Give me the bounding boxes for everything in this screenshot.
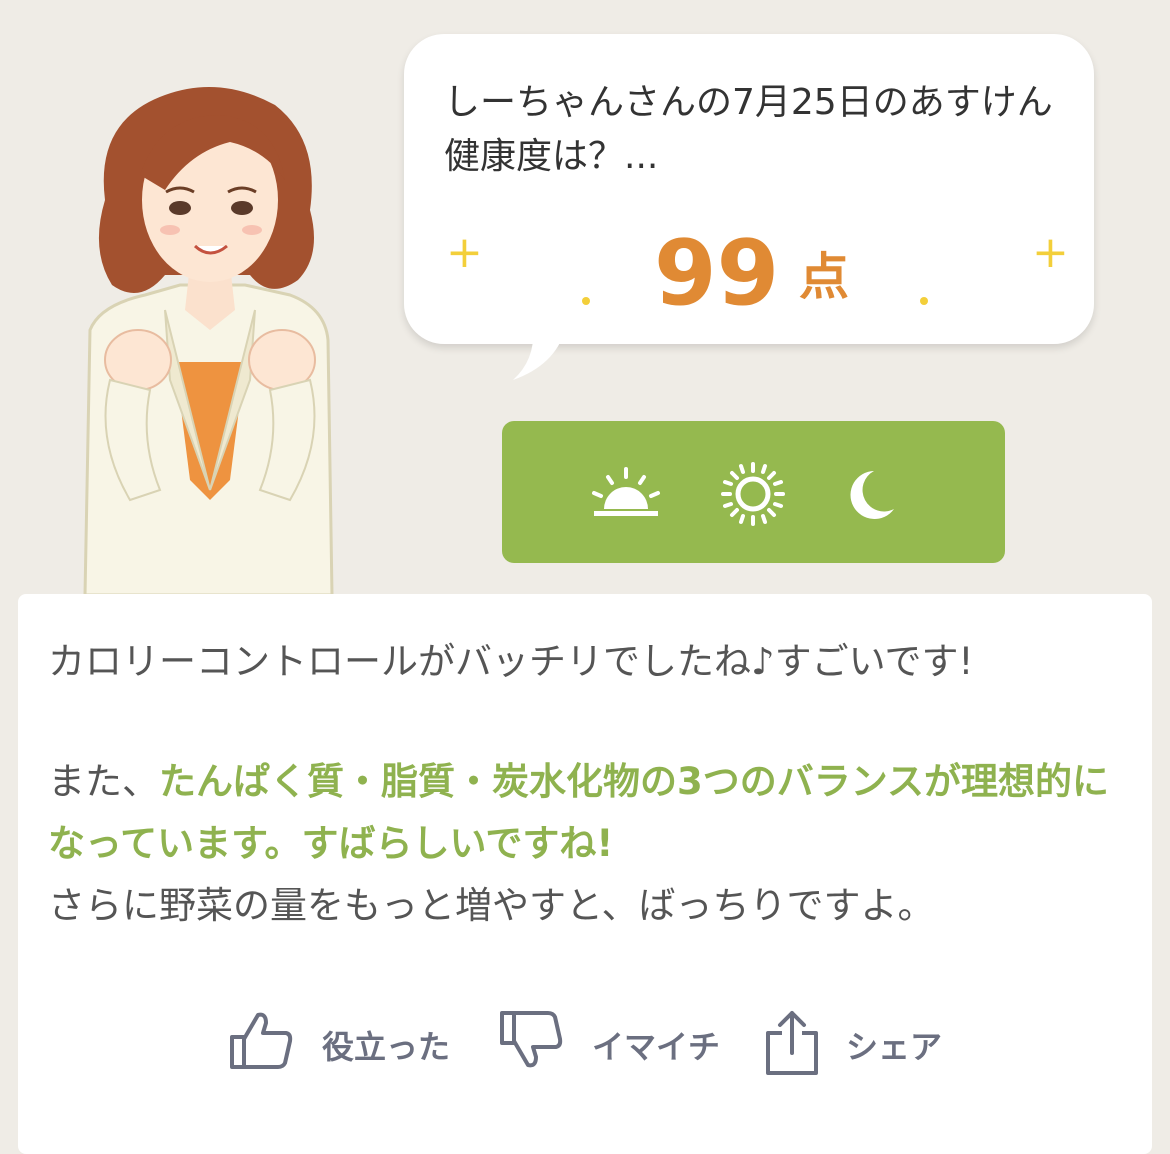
- score-question: しーちゃんさんの7月25日のあすけん健康度は？...: [444, 82, 1053, 177]
- advice-line-2-prefix: また、: [48, 760, 159, 803]
- share-label: シェア: [846, 1028, 943, 1066]
- sunrise-icon[interactable]: [590, 461, 662, 527]
- sparkle-icon: +: [1032, 227, 1069, 278]
- sparkle-icon: +: [446, 227, 483, 278]
- health-score-bubble: しーちゃんさんの7月25日のあすけん健康度は？... + 99 点 +: [404, 34, 1094, 344]
- sparkle-dot-icon: [920, 297, 928, 305]
- time-of-day-selector: [502, 421, 1005, 563]
- thumbs-down-icon: [500, 1011, 563, 1068]
- share-button[interactable]: シェア: [762, 1004, 972, 1075]
- score-row: + 99 点 +: [404, 221, 1094, 339]
- advisor-character-illustration: [83, 87, 334, 595]
- health-score-unit: 点: [799, 248, 849, 306]
- helpful-label: 役立った: [322, 1028, 451, 1066]
- health-score-value: 99: [654, 221, 780, 326]
- moon-icon[interactable]: [844, 461, 900, 527]
- sparkle-dot-icon: [582, 297, 590, 305]
- thumbs-up-icon: [230, 1012, 293, 1069]
- sun-icon[interactable]: [720, 461, 786, 527]
- advice-line-3: さらに野菜の量をもっと増やすと、ばっちりですよ。: [48, 884, 935, 927]
- advice-highlight: たんぱく質・脂質・炭水化物の3つのバランスが理想的になっています。すばらしいです…: [48, 760, 1110, 865]
- advice-paragraph: また、たんぱく質・脂質・炭水化物の3つのバランスが理想的になっています。すばらし…: [48, 751, 1128, 937]
- advice-line-1: カロリーコントロールがバッチリでしたね♪すごいです!: [48, 640, 974, 683]
- share-icon: [766, 1011, 818, 1075]
- not-helpful-label: イマイチ: [592, 1028, 721, 1066]
- bubble-tail: [513, 330, 565, 380]
- not-helpful-button[interactable]: イマイチ: [498, 1004, 738, 1074]
- advice-message-card: カロリーコントロールがバッチリでしたね♪すごいです! また、たんぱく質・脂質・炭…: [18, 594, 1152, 1154]
- helpful-button[interactable]: 役立った: [228, 1004, 468, 1074]
